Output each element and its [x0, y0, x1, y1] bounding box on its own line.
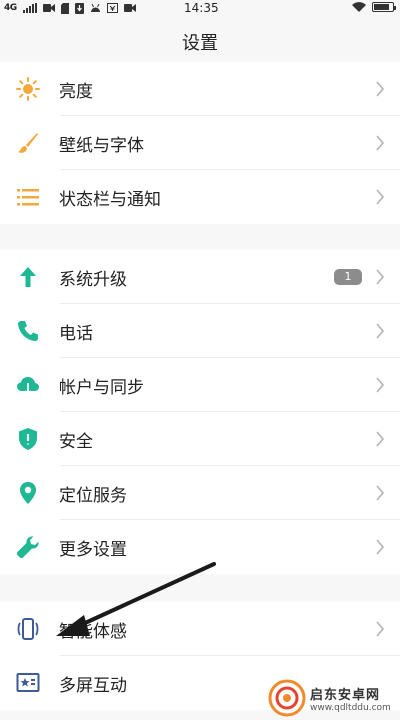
- chevron-right-icon: [372, 133, 388, 153]
- chevron-right-icon: [372, 267, 388, 287]
- settings-group-display: 亮度 壁纸与字体 状态栏与通知: [0, 62, 400, 224]
- settings-group-system: 系统升级 1 电话 帐户与同步 安全 定位服务 更多设置: [0, 250, 400, 574]
- list-icon: [16, 185, 40, 209]
- site-watermark: 启东安卓网 www.qdltddu.com: [268, 676, 400, 720]
- watermark-name: 启东安卓网: [310, 687, 381, 703]
- settings-item-label: 壁纸与字体: [59, 135, 144, 156]
- watermark-url: www.qdltddu.com: [310, 702, 391, 713]
- settings-item-smart-motion[interactable]: 智能体感: [0, 602, 400, 656]
- page-title: 设置: [182, 33, 218, 54]
- status-left-icons: 4G: [0, 2, 136, 14]
- settings-item-system-update[interactable]: 系统升级 1: [0, 250, 400, 304]
- settings-item-brightness[interactable]: 亮度: [0, 62, 400, 116]
- settings-item-location[interactable]: 定位服务: [0, 466, 400, 520]
- chevron-right-icon: [372, 321, 388, 341]
- settings-item-label: 系统升级: [59, 269, 127, 290]
- video-icon: [123, 4, 136, 12]
- network-type: 4G: [4, 3, 17, 13]
- chevron-right-icon: [372, 619, 388, 639]
- settings-item-more-settings[interactable]: 更多设置: [0, 520, 400, 574]
- signal-icon: [22, 3, 37, 13]
- arrow-up-icon: [16, 265, 40, 289]
- chevron-right-icon: [372, 187, 388, 207]
- wifi-icon: [352, 2, 366, 12]
- watermark-text: 启东安卓网 www.qdltddu.com: [310, 684, 391, 713]
- settings-item-wallpaper-font[interactable]: 壁纸与字体: [0, 116, 400, 170]
- phone-icon: [16, 319, 40, 343]
- video-camera-icon: [42, 4, 55, 12]
- sim-icon: [60, 2, 69, 14]
- status-time: 14:35: [184, 1, 219, 15]
- settings-item-statusbar-notifications[interactable]: 状态栏与通知: [0, 170, 400, 224]
- payment-icon: [106, 3, 118, 13]
- location-pin-icon: [16, 481, 40, 505]
- screen-star-icon: [16, 671, 40, 695]
- watermark-logo-icon: [268, 679, 306, 717]
- battery-icon: [372, 2, 396, 12]
- settings-item-label: 定位服务: [59, 485, 127, 506]
- android-icon: [90, 3, 100, 12]
- status-right-icons: [352, 2, 396, 12]
- settings-item-label: 安全: [59, 431, 93, 452]
- phone-motion-icon: [16, 617, 40, 641]
- settings-item-security[interactable]: 安全: [0, 412, 400, 466]
- settings-item-label: 多屏互动: [59, 675, 127, 696]
- cloud-icon: [16, 373, 40, 397]
- battery-level: [374, 4, 390, 10]
- page-title-bar: 设置: [0, 16, 400, 68]
- chevron-right-icon: [372, 537, 388, 557]
- chevron-right-icon: [372, 483, 388, 503]
- settings-item-accounts-sync[interactable]: 帐户与同步: [0, 358, 400, 412]
- status-bar: 4G 14:35: [0, 0, 400, 16]
- settings-item-label: 状态栏与通知: [59, 189, 161, 210]
- wrench-icon: [16, 535, 40, 559]
- settings-screen: 4G 14:35 设置 亮度 壁纸与字体 状态栏与通知 系统升级 1 电话 帐户…: [0, 0, 400, 720]
- settings-item-label: 帐户与同步: [59, 377, 144, 398]
- shield-icon: [16, 427, 40, 451]
- chevron-right-icon: [372, 375, 388, 395]
- settings-item-phone[interactable]: 电话: [0, 304, 400, 358]
- settings-item-label: 更多设置: [59, 539, 127, 560]
- settings-item-label: 智能体感: [59, 621, 127, 642]
- chevron-right-icon: [372, 79, 388, 99]
- chevron-right-icon: [372, 429, 388, 449]
- update-count-badge: 1: [334, 269, 362, 285]
- download-icon: [74, 2, 84, 14]
- settings-item-label: 电话: [59, 323, 93, 344]
- sun-icon: [16, 77, 40, 101]
- settings-item-label: 亮度: [59, 81, 93, 102]
- brush-icon: [16, 131, 40, 155]
